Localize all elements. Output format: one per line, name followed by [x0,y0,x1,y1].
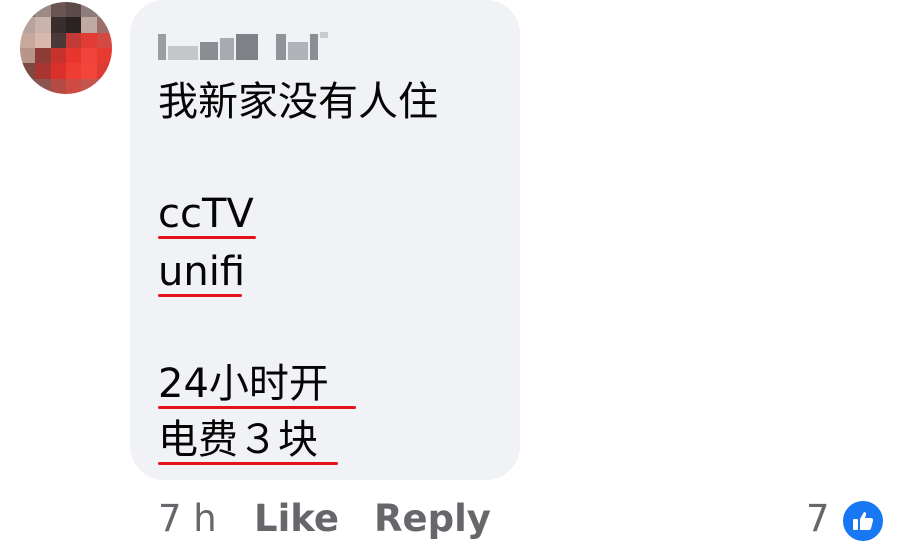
spellcheck-underline [158,236,256,239]
reaction-count[interactable]: 7 [806,495,830,543]
comment-line-2: ccTV [158,191,254,237]
comment-line-3: unifi [158,249,246,295]
comment-line-4: 24小时开 [158,361,329,407]
spellcheck-underline [158,406,356,409]
reply-button[interactable]: Reply [374,495,491,543]
like-button[interactable]: Like [254,495,339,543]
author-name-blurred[interactable] [158,28,330,64]
comment-line-5: 电费３块 [158,417,318,463]
spellcheck-underline [158,294,242,297]
comment-line-1: 我新家没有人住 [158,79,438,125]
comment-timestamp[interactable]: 7 h [158,495,217,543]
spellcheck-underline [158,462,338,465]
thumbs-up-icon[interactable] [840,498,886,544]
avatar[interactable] [20,2,112,94]
